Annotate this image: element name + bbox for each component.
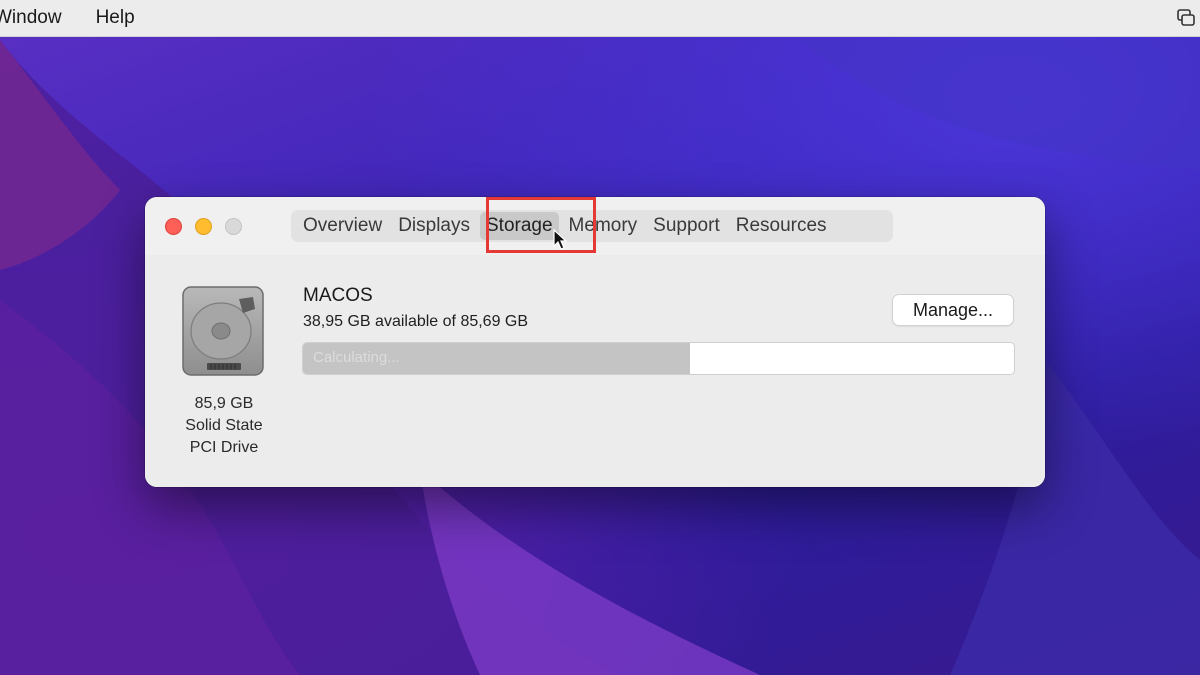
mouse-pointer-icon [553, 229, 567, 250]
volume-name: MACOS [303, 285, 373, 306]
tab-displays[interactable]: Displays [392, 212, 476, 240]
title-bar: Overview Displays Storage Memory Support… [145, 197, 1045, 256]
manage-button[interactable]: Manage... [893, 295, 1013, 325]
drive-type-line2: PCI Drive [189, 439, 259, 456]
about-this-mac-window: Overview Displays Storage Memory Support… [145, 197, 1045, 487]
zoom-button[interactable] [225, 218, 242, 235]
drive-capacity: 85,9 GB [194, 395, 254, 412]
menu-bar: Window Help [0, 0, 1200, 37]
control-center-icon[interactable] [1176, 8, 1196, 28]
tab-overview[interactable]: Overview [297, 212, 388, 240]
storage-tab-highlight [486, 197, 596, 253]
menu-window[interactable]: Window [0, 7, 62, 29]
tab-support[interactable]: Support [647, 212, 726, 240]
calculating-label: Calculating... [313, 349, 400, 366]
close-button[interactable] [165, 218, 182, 235]
volume-availability: 38,95 GB available of 85,69 GB [303, 313, 529, 330]
storage-panel: 85,9 GB Solid State PCI Drive MACOS 38,9… [145, 255, 1045, 487]
tab-resources[interactable]: Resources [730, 212, 833, 240]
drive-info: 85,9 GB Solid State PCI Drive [165, 393, 283, 459]
storage-usage-bar: Calculating... [303, 343, 1014, 374]
hard-drive-icon [182, 286, 264, 376]
drive-type-line1: Solid State [185, 417, 263, 434]
minimize-button[interactable] [195, 218, 212, 235]
menu-help[interactable]: Help [96, 7, 135, 29]
